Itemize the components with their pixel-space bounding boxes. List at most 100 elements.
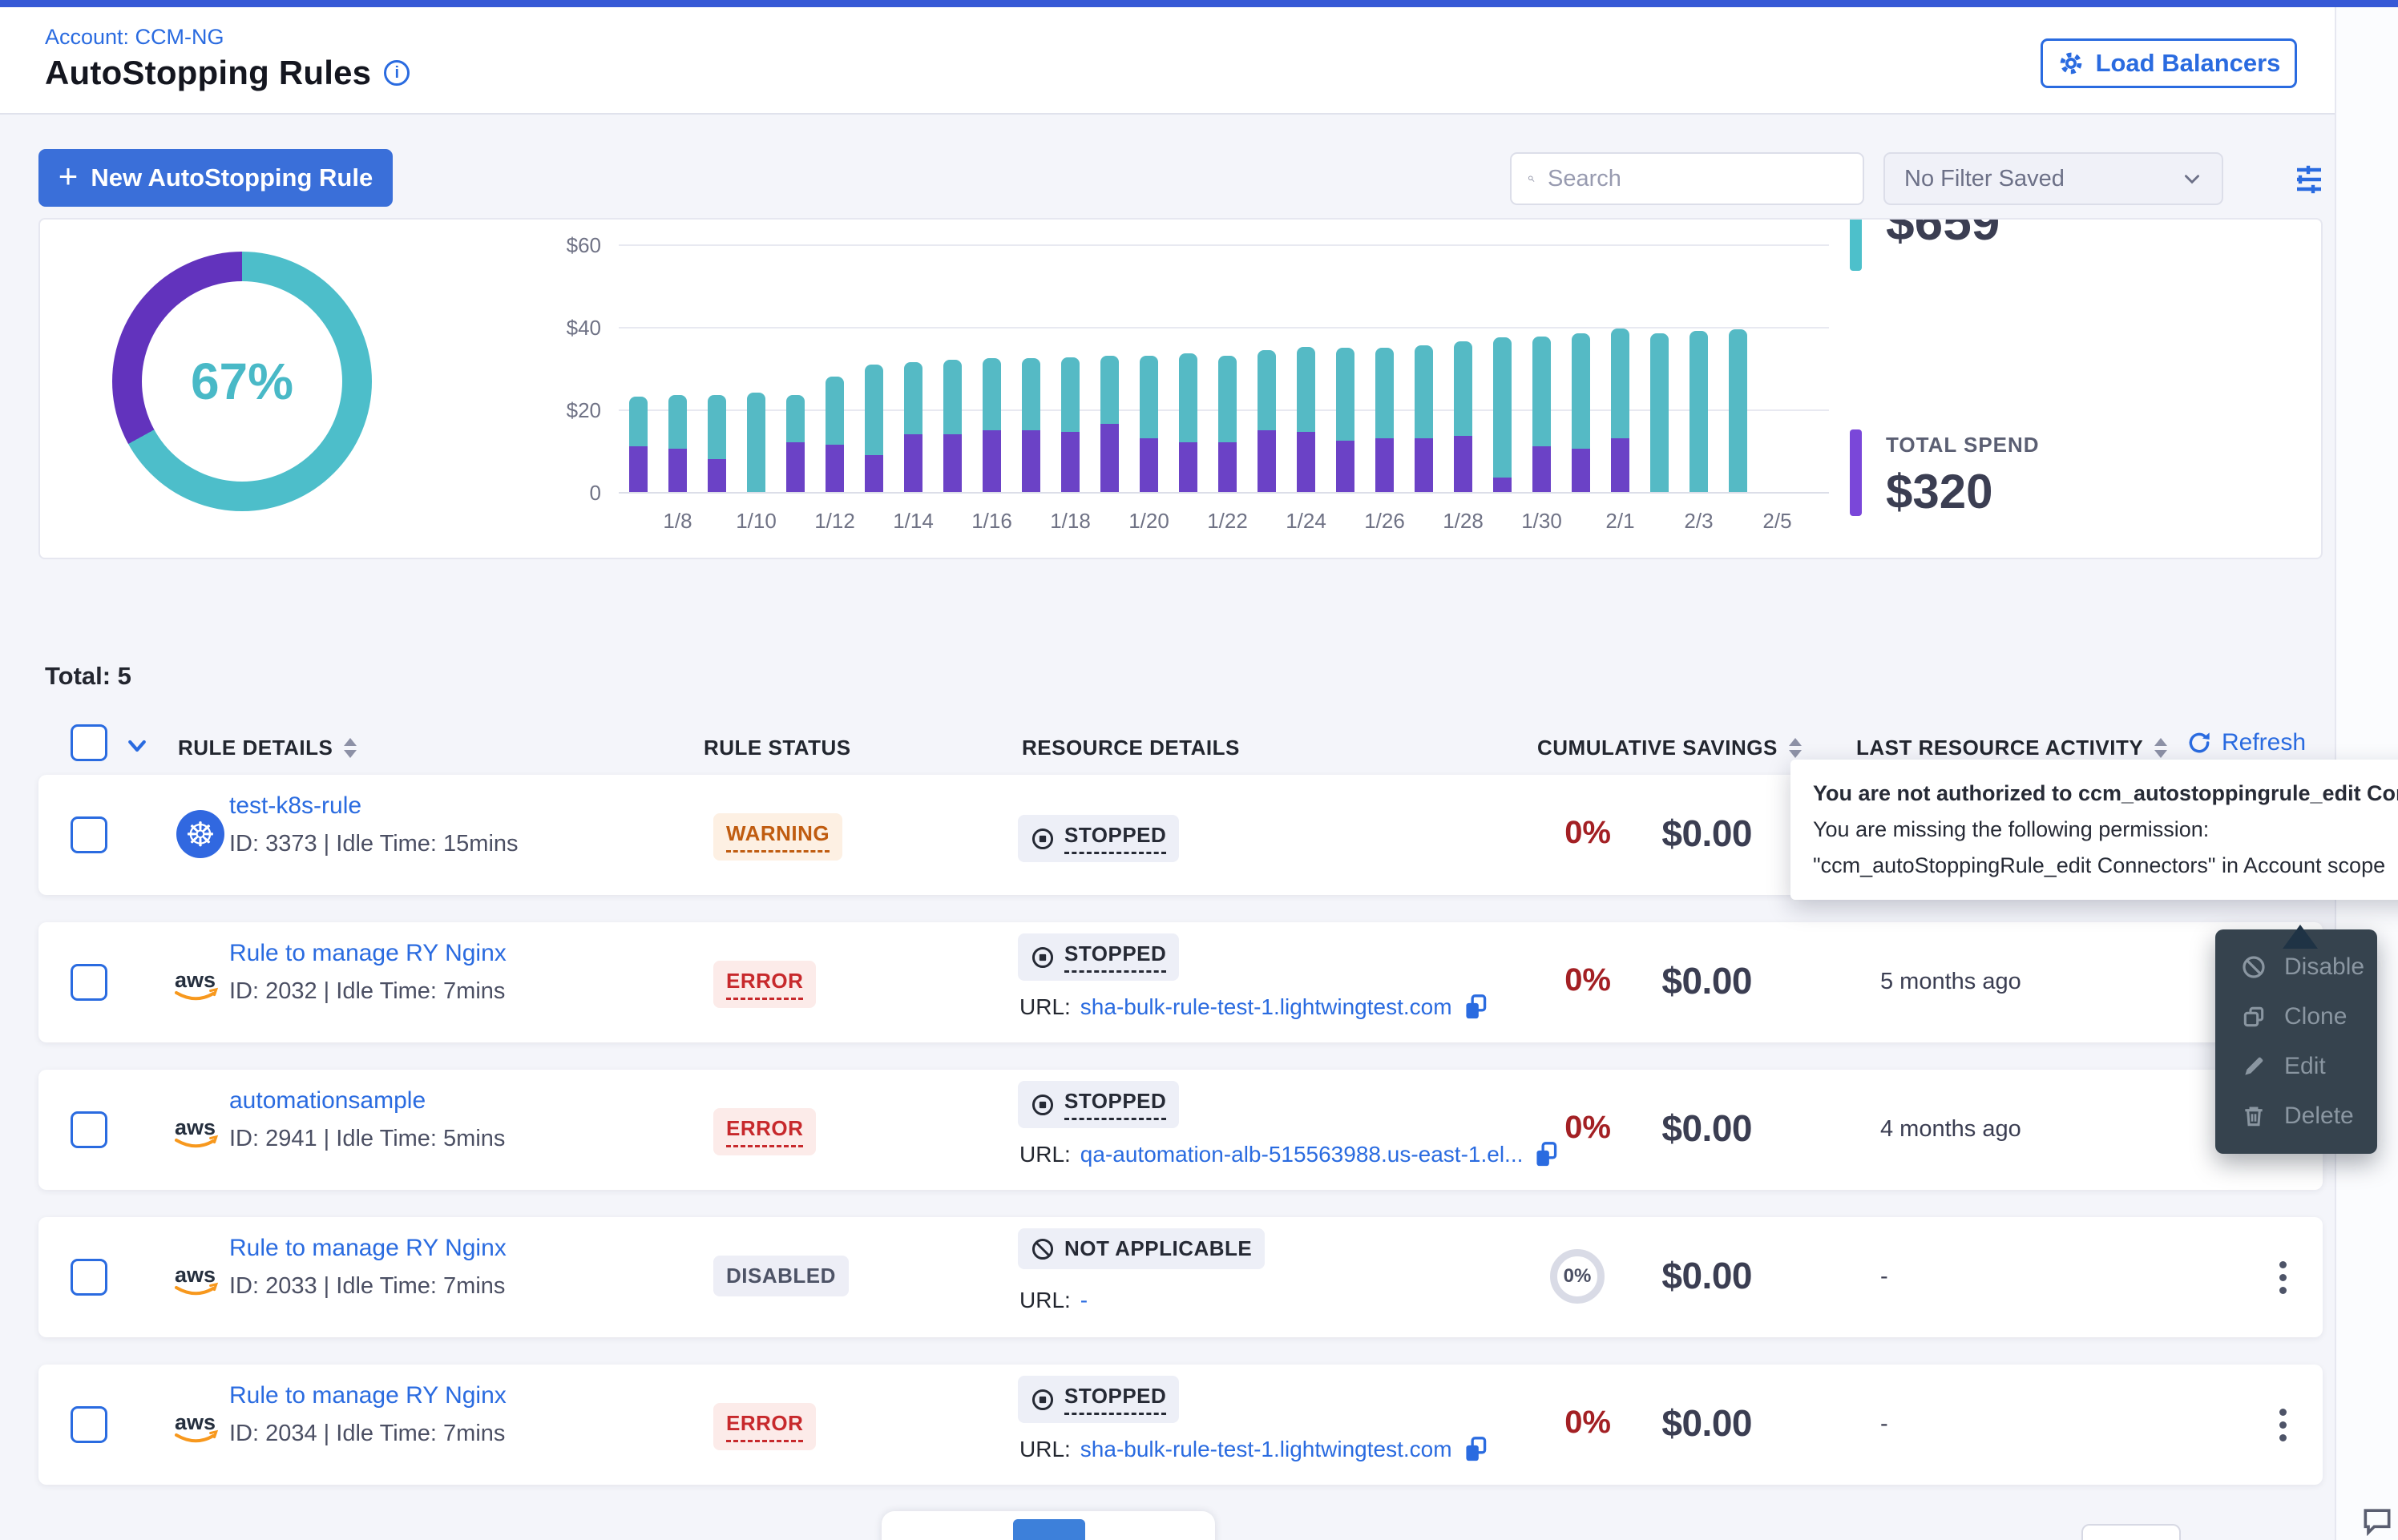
search-icon xyxy=(1528,166,1535,191)
rule-status-badge: DISABLED xyxy=(713,1256,849,1296)
stacked-bar xyxy=(1572,333,1590,492)
resource-url-link[interactable]: sha-bulk-rule-test-1.lightwingtest.com xyxy=(1080,994,1452,1020)
table-row[interactable]: ☸ aws automationsample ID: 2941 | Idle T… xyxy=(38,1070,2323,1190)
menu-item-disable[interactable]: Disable xyxy=(2215,942,2377,992)
table-row[interactable]: ☸ aws Rule to manage RY Nginx ID: 2034 |… xyxy=(38,1365,2323,1485)
menu-arrow xyxy=(2283,907,2318,949)
x-axis-tick: 1/20 xyxy=(1113,509,1185,534)
svg-text:aws: aws xyxy=(175,1410,216,1434)
bar-slot xyxy=(1640,220,1679,492)
refresh-button[interactable]: Refresh xyxy=(2186,729,2306,756)
bar-slot: 2/1 xyxy=(1601,220,1640,492)
sort-icon[interactable] xyxy=(1789,738,1802,758)
stacked-bar xyxy=(786,395,805,492)
table-row[interactable]: ☸ aws Rule to manage RY Nginx ID: 2032 |… xyxy=(38,922,2323,1042)
savings-percent: 0% xyxy=(1491,962,1611,998)
stopped-icon xyxy=(1031,827,1055,851)
bar-slot xyxy=(1483,220,1522,492)
search-input[interactable] xyxy=(1535,166,1863,192)
teal-indicator xyxy=(1850,218,1862,271)
select-all-checkbox[interactable] xyxy=(71,724,107,761)
savings-percent: 0% xyxy=(1491,1405,1611,1441)
rule-name-link[interactable]: Rule to manage RY Nginx xyxy=(229,1235,507,1262)
bar-slot xyxy=(1404,220,1443,492)
stacked-bar xyxy=(1061,357,1080,492)
column-header-rule-details: RULE DETAILS xyxy=(178,736,357,760)
resource-url-link[interactable]: sha-bulk-rule-test-1.lightwingtest.com xyxy=(1080,1437,1452,1462)
total-savings-stat: $659 xyxy=(1850,218,2000,271)
savings-percent-ring: 0% xyxy=(1550,1249,1605,1304)
stacked-bar xyxy=(1218,356,1237,492)
filter-panel-button[interactable] xyxy=(2284,159,2326,200)
last-activity: - xyxy=(1880,1411,1888,1437)
rule-name-link[interactable]: automationsample xyxy=(229,1087,426,1115)
stacked-bar xyxy=(1690,331,1708,492)
load-balancers-button[interactable]: Load Balancers xyxy=(2041,38,2297,88)
y-axis-tick: 0 xyxy=(489,481,601,506)
refresh-label: Refresh xyxy=(2222,729,2306,756)
select-menu-chevron-icon[interactable] xyxy=(125,734,149,758)
row-checkbox[interactable] xyxy=(71,1259,107,1296)
aws-icon: aws xyxy=(170,1408,224,1445)
stacked-bar xyxy=(1297,347,1315,492)
top-accent-bar xyxy=(0,0,2398,7)
svg-text:aws: aws xyxy=(175,1263,216,1287)
resource-url-link[interactable]: - xyxy=(1080,1288,1088,1313)
resource-url-link[interactable]: qa-automation-alb-515563988.us-east-1.el… xyxy=(1080,1142,1524,1167)
tooltip-line: "ccm_autoStoppingRule_edit Connectors" i… xyxy=(1813,848,2398,884)
bar-slot xyxy=(1326,220,1365,492)
tooltip-line: You are not authorized to ccm_autostoppi… xyxy=(1813,776,2398,812)
rule-meta: ID: 2033 | Idle Time: 7mins xyxy=(229,1273,505,1300)
bar-slot xyxy=(776,220,815,492)
stacked-bar xyxy=(1493,337,1512,492)
info-icon[interactable]: i xyxy=(384,60,410,86)
bar-slot: 1/18 xyxy=(1051,220,1090,492)
pagination-current-page[interactable] xyxy=(1013,1519,1085,1540)
rule-name-link[interactable]: test-k8s-rule xyxy=(229,792,361,820)
rule-status-badge: ERROR xyxy=(713,961,816,1008)
row-menu-button[interactable] xyxy=(2260,1398,2305,1451)
x-axis-tick: 2/3 xyxy=(1663,509,1735,534)
menu-item-delete[interactable]: Delete xyxy=(2215,1091,2377,1141)
row-checkbox[interactable] xyxy=(71,1406,107,1443)
x-axis-tick: 1/28 xyxy=(1427,509,1500,534)
savings-summary-card: 67% $60 $40 $20 0 1/81/101/121/141/161/1… xyxy=(38,218,2323,559)
new-rule-label: New AutoStopping Rule xyxy=(91,163,373,192)
bar-slot: 1/16 xyxy=(972,220,1011,492)
aws-icon: aws xyxy=(170,966,224,1002)
stacked-bar xyxy=(1258,350,1276,492)
new-autostopping-rule-button[interactable]: + New AutoStopping Rule xyxy=(38,149,393,207)
copy-icon[interactable] xyxy=(1462,993,1489,1022)
row-checkbox[interactable] xyxy=(71,964,107,1001)
menu-item-edit[interactable]: Edit xyxy=(2215,1042,2377,1091)
rule-meta: ID: 2941 | Idle Time: 5mins xyxy=(229,1126,505,1152)
svg-text:aws: aws xyxy=(175,968,216,992)
row-menu-button[interactable] xyxy=(2260,1251,2305,1304)
savings-percent: 0% xyxy=(1491,815,1611,851)
row-checkbox[interactable] xyxy=(71,816,107,853)
rule-meta: ID: 3373 | Idle Time: 15mins xyxy=(229,831,519,857)
row-checkbox[interactable] xyxy=(71,1111,107,1148)
url-label: URL: xyxy=(1019,1288,1071,1313)
rule-name-link[interactable]: Rule to manage RY Nginx xyxy=(229,1382,507,1409)
account-breadcrumb[interactable]: Account: CCM-NG xyxy=(45,25,224,50)
copy-icon[interactable] xyxy=(1462,1435,1489,1464)
menu-item-clone[interactable]: Clone xyxy=(2215,992,2377,1042)
sort-icon[interactable] xyxy=(2154,738,2167,758)
x-axis-tick: 1/16 xyxy=(956,509,1028,534)
rule-name-link[interactable]: Rule to manage RY Nginx xyxy=(229,940,507,967)
row-context-menu: Disable Clone Edit Delete xyxy=(2215,929,2377,1154)
table-row[interactable]: ☸ aws Rule to manage RY Nginx ID: 2033 |… xyxy=(38,1217,2323,1337)
sort-icon[interactable] xyxy=(344,738,357,758)
bar-slot xyxy=(697,220,737,492)
refresh-icon xyxy=(2186,730,2212,756)
last-activity: 4 months ago xyxy=(1880,1116,2021,1143)
bar-slot xyxy=(619,220,658,492)
resource-state-badge: STOPPED xyxy=(1018,933,1179,981)
bar-slot: 2/3 xyxy=(1679,220,1718,492)
chat-help-icon[interactable] xyxy=(2360,1503,2395,1538)
rule-status-badge: WARNING xyxy=(713,813,842,861)
saved-filter-select[interactable]: No Filter Saved xyxy=(1883,152,2223,205)
saved-filter-value: No Filter Saved xyxy=(1904,166,2065,192)
pagination-next-button[interactable] xyxy=(2081,1524,2181,1540)
